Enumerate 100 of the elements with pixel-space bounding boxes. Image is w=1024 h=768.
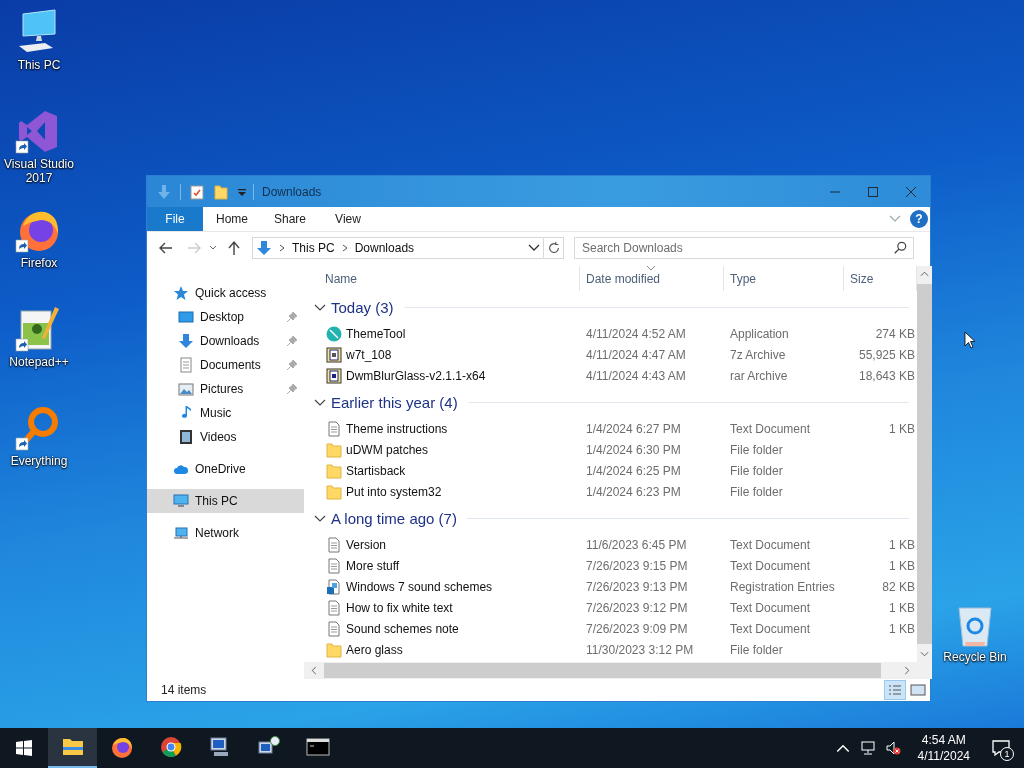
file-name[interactable]: DwmBlurGlass-v2.1.1-x64 <box>346 368 486 383</box>
properties-icon[interactable] <box>189 183 205 200</box>
date-cell-text: 7/26/2023 9:09 PM <box>585 621 689 636</box>
speaker-muted-icon[interactable] <box>884 740 901 756</box>
file-name[interactable]: How to fix white text <box>346 600 453 615</box>
navigation-item[interactable]: OneDrive <box>147 457 304 481</box>
navigation-item[interactable]: Desktop <box>147 305 304 329</box>
desktop-shortcut[interactable]: Notepad++ <box>0 305 78 404</box>
document-icon <box>326 557 342 574</box>
size-cell: 1 KB <box>889 421 915 436</box>
film-icon <box>178 429 194 445</box>
size-cell: 1 KB <box>889 600 915 615</box>
fox-logo-icon <box>109 735 134 759</box>
type-cell-text: 7z Archive <box>729 347 787 362</box>
type-cell-text: Text Document <box>729 421 812 436</box>
type-cell-text: Registration Entries <box>729 579 836 594</box>
file-name[interactable]: Startisback <box>346 463 406 478</box>
file-name[interactable]: ThemeTool <box>346 326 406 341</box>
pin-icon[interactable] <box>286 359 298 371</box>
folder-icon <box>326 441 342 458</box>
column-header[interactable]: Date modified <box>580 266 724 291</box>
chevron-down-icon[interactable] <box>528 243 540 252</box>
horizontal-scrollbar[interactable] <box>304 662 917 679</box>
document-icon <box>326 599 342 616</box>
clock[interactable]: 4:54 AM 4/11/2024 <box>909 728 978 768</box>
size-cell: 1 KB <box>889 537 915 552</box>
scroll-left-icon[interactable] <box>311 666 317 675</box>
type-cell-text: File folder <box>729 484 784 499</box>
navigation-item[interactable]: Pictures <box>147 377 304 401</box>
file-name[interactable]: Windows 7 sound schemes <box>346 579 493 594</box>
up-arrow-icon[interactable] <box>226 239 242 256</box>
file-name[interactable]: Theme instructions <box>346 421 448 436</box>
taskbar-app[interactable] <box>48 728 97 768</box>
date-cell-text: 11/6/2023 6:45 PM <box>585 537 688 552</box>
date-cell-text: 1/4/2024 6:25 PM <box>585 463 682 478</box>
desktop-shortcut[interactable]: Visual Studio 2017 <box>0 107 78 206</box>
search-icon <box>893 240 907 255</box>
file-name[interactable]: Put into system32 <box>346 484 442 499</box>
scroll-up-icon[interactable] <box>920 271 929 277</box>
type-cell-text: Text Document <box>729 621 812 636</box>
chevron-right-icon <box>278 242 286 253</box>
folder-icon <box>326 462 342 479</box>
folder-icon <box>326 483 342 500</box>
file-name[interactable]: Aero glass <box>346 642 403 657</box>
size-cell: 1 KB <box>889 621 915 636</box>
navigation-item[interactable]: Quick access <box>147 281 304 305</box>
navigation-item[interactable]: Videos <box>147 425 304 449</box>
file-name[interactable]: w7t_108 <box>346 347 392 362</box>
file-name[interactable]: More stuff <box>346 558 400 573</box>
network-icon[interactable] <box>859 740 876 756</box>
navigation-item[interactable]: Downloads <box>147 329 304 353</box>
desktop-shortcut[interactable]: Everything <box>0 404 78 503</box>
document-icon <box>326 620 342 637</box>
help-button[interactable]: ? <box>910 210 928 228</box>
document-icon <box>178 357 194 373</box>
size-cell: 82 KB <box>882 579 915 594</box>
navigation-item[interactable]: This PC <box>147 489 304 513</box>
file-name[interactable]: Version <box>346 537 387 552</box>
caret-icon[interactable] <box>237 186 247 197</box>
windows-logo-icon <box>16 740 32 756</box>
document-icon <box>326 420 342 437</box>
column-header[interactable]: Name <box>304 266 580 291</box>
file-name[interactable]: uDWM patches <box>346 442 429 457</box>
type-cell-text: Text Document <box>729 600 812 615</box>
column-header[interactable]: Type <box>724 266 844 291</box>
file-name[interactable]: Sound schemes note <box>346 621 459 636</box>
desktop-shortcut[interactable]: This PC <box>0 8 78 107</box>
desktop-icon <box>178 309 194 325</box>
date-cell-text: 1/4/2024 6:23 PM <box>585 484 682 499</box>
pin-icon[interactable] <box>286 311 298 323</box>
date-cell-text: 11/30/2023 3:12 PM <box>585 642 695 657</box>
desktop-shortcut[interactable]: Firefox <box>0 206 78 305</box>
vertical-scrollbar[interactable] <box>917 266 932 662</box>
date-cell-text: 1/4/2024 6:30 PM <box>585 442 682 457</box>
size-cell: 274 KB <box>875 326 915 341</box>
breadcrumb[interactable]: This PC <box>292 240 335 255</box>
search-field[interactable]: Search Downloads <box>574 236 914 259</box>
scroll-right-icon[interactable] <box>904 666 910 675</box>
refresh-button[interactable] <box>544 236 564 259</box>
group-title: Earlier this year (4) <box>331 393 458 411</box>
type-cell-text: Text Document <box>729 537 812 552</box>
network-icon <box>173 525 189 541</box>
document-icon <box>326 536 342 553</box>
close-icon <box>906 186 916 197</box>
size-cell: 55,925 KB <box>858 347 915 362</box>
download-icon <box>178 333 194 349</box>
navigation-item[interactable]: Network <box>147 521 304 545</box>
folder-icon[interactable] <box>213 183 229 200</box>
notifications-button[interactable]: 1 <box>978 728 1024 768</box>
breadcrumb[interactable]: Downloads <box>354 240 415 255</box>
address-bar[interactable]: This PC Downloads <box>252 236 544 259</box>
navigation-item[interactable]: Music <box>147 401 304 425</box>
scroll-down-icon[interactable] <box>920 651 929 657</box>
type-cell-text: File folder <box>729 442 784 457</box>
speech-bubble-icon <box>991 738 1011 758</box>
pin-icon[interactable] <box>286 335 298 347</box>
date-cell-text: 4/11/2024 4:47 AM <box>585 347 687 362</box>
navigation-item[interactable]: Documents <box>147 353 304 377</box>
browser-logo-icon <box>158 735 183 759</box>
pin-icon[interactable] <box>286 383 298 395</box>
